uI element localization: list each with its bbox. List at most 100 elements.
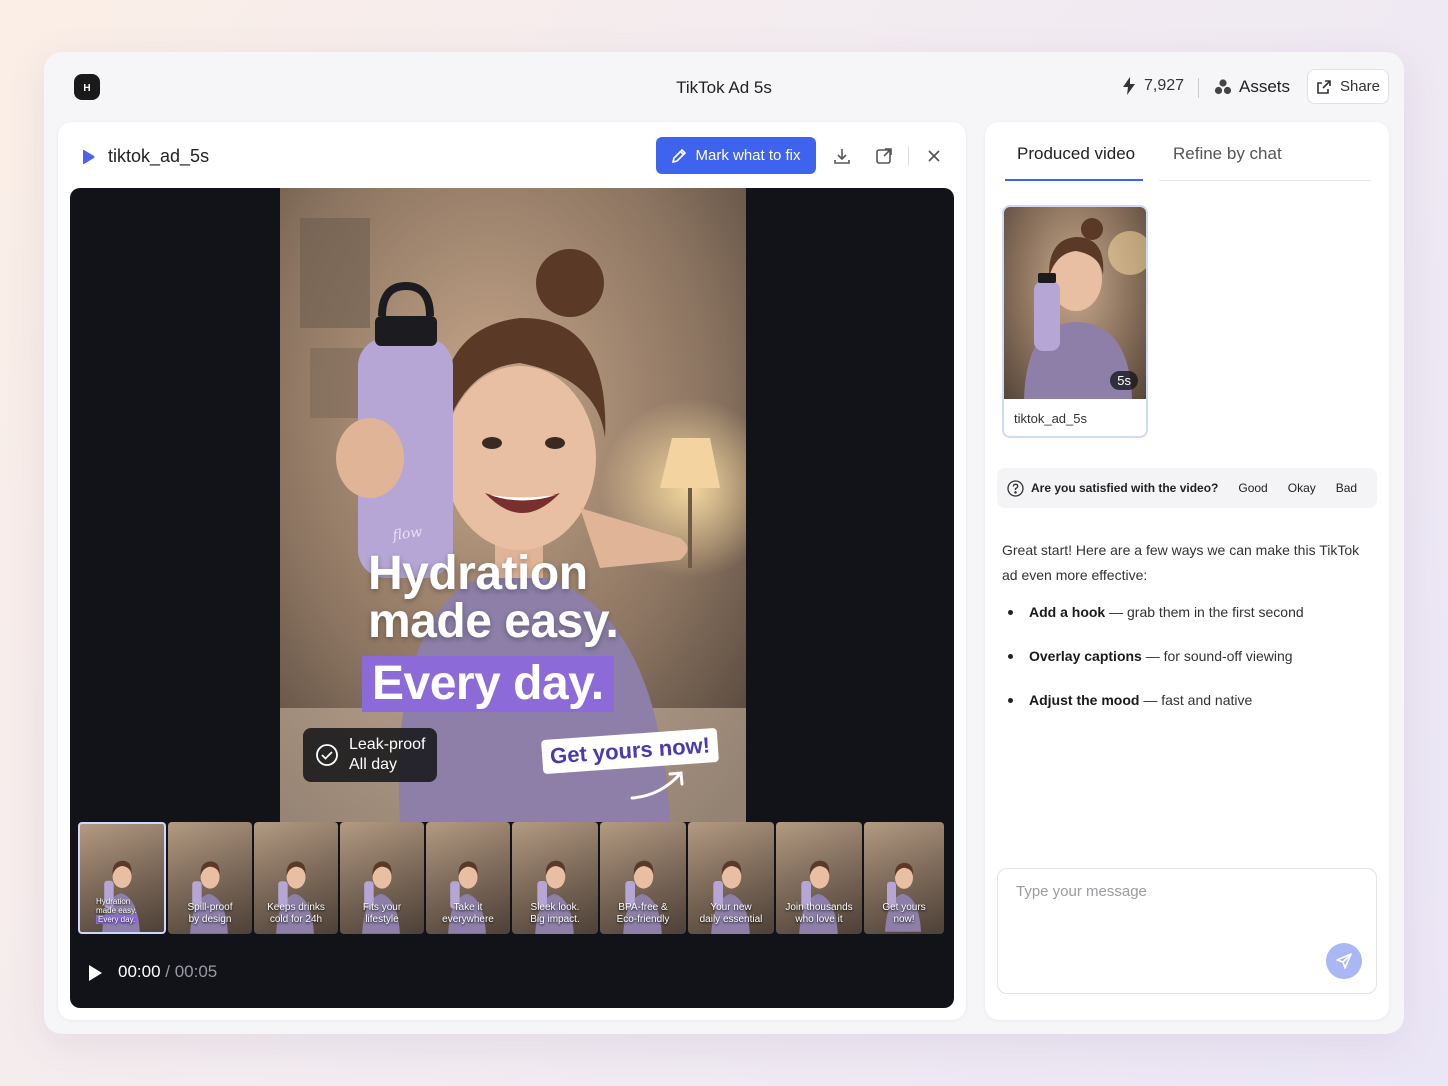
share-button[interactable]: Share — [1307, 69, 1389, 104]
arrow-icon — [630, 771, 684, 800]
video-file-icon — [83, 149, 95, 164]
thumbnail-caption: Join thousands who love it — [776, 902, 862, 926]
feedback-bad-button[interactable]: Bad — [1336, 481, 1357, 495]
file-header: tiktok_ad_5s — [80, 146, 209, 167]
window-title: TikTok Ad 5s — [676, 78, 772, 97]
thumbnail-caption-line: everywhere — [442, 914, 494, 925]
download-icon[interactable] — [832, 146, 852, 166]
share-label: Share — [1339, 78, 1381, 95]
side-panel: Produced video Refine by chat 5s tiktok_… — [985, 122, 1389, 1020]
thumbnail-caption: BPA-free & Eco-friendly — [600, 902, 686, 926]
tab-produced-video[interactable]: Produced video — [1017, 144, 1135, 164]
thumbnail-caption-line: Join thousands — [785, 902, 853, 913]
timeline-thumbnail[interactable]: Spill-proof by design — [168, 822, 252, 934]
feedback-good-button[interactable]: Good — [1238, 481, 1267, 495]
timecode: 00:00 / 00:05 — [118, 962, 217, 982]
tab-refine-by-chat[interactable]: Refine by chat — [1173, 144, 1282, 164]
badge-line-2: All day — [349, 756, 398, 773]
thumbnail-caption-line: Hydration — [96, 897, 131, 906]
caption-line-1: Hydration — [368, 547, 588, 600]
open-external-icon[interactable] — [874, 146, 894, 166]
timeline-thumbnail[interactable]: Fits your lifestyle — [340, 822, 424, 934]
video-player[interactable]: flow Hydration made easy. Every day. Lea… — [70, 188, 954, 1008]
top-bar: H TikTok Ad 5s 7,927 Assets Share — [44, 52, 1404, 122]
thumbnail-caption-line: cold for 24h — [269, 914, 323, 925]
message-input[interactable] — [1016, 883, 1356, 900]
thumbnail-caption: Sleek look. Big impact. — [512, 902, 598, 926]
thumbnail-caption: Spill-proof by design — [168, 902, 252, 926]
timeline-thumbnail[interactable]: Sleek look. Big impact. — [512, 822, 598, 934]
assets-button[interactable]: Assets — [1214, 77, 1290, 97]
mark-label: Mark what to fix — [695, 147, 801, 164]
thumbnail-caption: Take it everywhere — [426, 902, 510, 926]
video-frame[interactable]: flow Hydration made easy. Every day. Lea… — [280, 188, 746, 822]
thumbnail-caption: Keeps drinks cold for 24h — [254, 902, 338, 926]
badge-line-1: Leak-proof — [349, 736, 426, 753]
timeline-thumbnail[interactable]: Keeps drinks cold for 24h — [254, 822, 338, 934]
time-total: 00:05 — [174, 962, 218, 981]
suggestion-title: Adjust the mood — [1029, 692, 1140, 708]
thumbnail-caption-line: Eco-friendly — [616, 914, 670, 925]
chat-message-intro: Great start! Here are a few ways we can … — [1002, 542, 1360, 583]
thumbnail-caption-line: Sleek look. — [530, 902, 580, 913]
suggestion-list: Add a hook — grab them in the first seco… — [1002, 602, 1382, 734]
suggestion-item: Adjust the mood — fast and native — [1002, 690, 1382, 734]
play-icon[interactable] — [86, 964, 104, 982]
mark-what-to-fix-button[interactable]: Mark what to fix — [656, 137, 816, 174]
produced-video-card[interactable]: 5s tiktok_ad_5s — [1002, 205, 1148, 438]
suggestion-item: Overlay captions — for sound-off viewing — [1002, 646, 1382, 690]
timeline-thumbnail[interactable]: Take it everywhere — [426, 822, 510, 934]
thumbnail-caption: Get yours now! — [864, 902, 944, 926]
help-circle-icon — [1007, 480, 1024, 497]
lightning-icon — [1123, 77, 1135, 95]
thumbnail-caption-line: lifestyle — [365, 914, 399, 925]
caption-highlight: Every day. — [362, 656, 614, 712]
thumbnail-caption-line: who love it — [795, 914, 843, 925]
tab-underline — [1159, 180, 1371, 181]
check-circle-icon — [316, 744, 338, 766]
leak-proof-badge: Leak-proof All day — [303, 728, 437, 782]
video-scene-illustration: flow — [280, 188, 746, 822]
thumbnail-caption-line: Big impact. — [530, 914, 580, 925]
tab-active-indicator — [1005, 179, 1143, 181]
timeline-thumbnail[interactable]: BPA-free & Eco-friendly — [600, 822, 686, 934]
thumbnail-caption-line: Get yours — [882, 902, 926, 913]
suggestion-detail: — grab them in the first second — [1105, 604, 1304, 620]
thumbnail-caption: Your new daily essential — [688, 902, 774, 926]
thumbnail-caption: Fits your lifestyle — [340, 902, 424, 926]
feedback-question: Are you satisfied with the video? — [1031, 481, 1219, 495]
thumbnail-caption-line: now! — [893, 914, 915, 925]
app-window: H TikTok Ad 5s 7,927 Assets Share tiktok… — [44, 52, 1404, 1034]
timeline-thumbnails: Hydration made easy. Every day. Spill-proof… — [78, 822, 944, 936]
send-button[interactable] — [1326, 943, 1362, 979]
feedback-bar: Are you satisfied with the video? Good O… — [997, 468, 1377, 508]
timeline-thumbnail[interactable]: Join thousands who love it — [776, 822, 862, 934]
suggestion-detail: — fast and native — [1139, 692, 1253, 708]
time-separator: / — [160, 962, 175, 981]
thumbnail-caption: Hydration made easy. Every day. — [96, 897, 164, 924]
file-name: tiktok_ad_5s — [108, 146, 210, 166]
timeline-thumbnail[interactable]: Get yours now! — [864, 822, 944, 934]
thumbnail-caption-line: Keeps drinks — [267, 902, 325, 913]
thumbnail-caption-line: Your new — [710, 902, 752, 913]
thumbnail-caption-line: Fits your — [362, 902, 402, 913]
timeline-thumbnail[interactable]: Hydration made easy. Every day. — [78, 822, 166, 934]
thumbnail-caption-line: by design — [188, 914, 232, 925]
feedback-okay-button[interactable]: Okay — [1288, 481, 1316, 495]
duration-badge: 5s — [1110, 371, 1138, 390]
timeline-thumbnail[interactable]: Your new daily essential — [688, 822, 774, 934]
thumbnail-caption-line: BPA-free & — [618, 902, 668, 913]
editor-panel: tiktok_ad_5s Mark what to fix flow Hydra… — [58, 122, 966, 1020]
thumbnail-caption-line: Spill-proof — [187, 902, 233, 913]
pencil-icon — [672, 148, 687, 163]
thumbnail-caption-line: made easy. — [96, 906, 137, 915]
produced-video-name: tiktok_ad_5s — [1014, 411, 1087, 426]
message-composer — [997, 868, 1377, 994]
caption-main: Hydration made easy. — [368, 547, 619, 646]
send-icon — [1336, 953, 1352, 969]
header-divider — [1198, 78, 1199, 98]
close-icon[interactable] — [924, 146, 944, 166]
assets-icon — [1214, 79, 1232, 95]
produced-video-thumbnail[interactable]: 5s — [1004, 207, 1146, 399]
suggestion-title: Overlay captions — [1029, 648, 1142, 664]
